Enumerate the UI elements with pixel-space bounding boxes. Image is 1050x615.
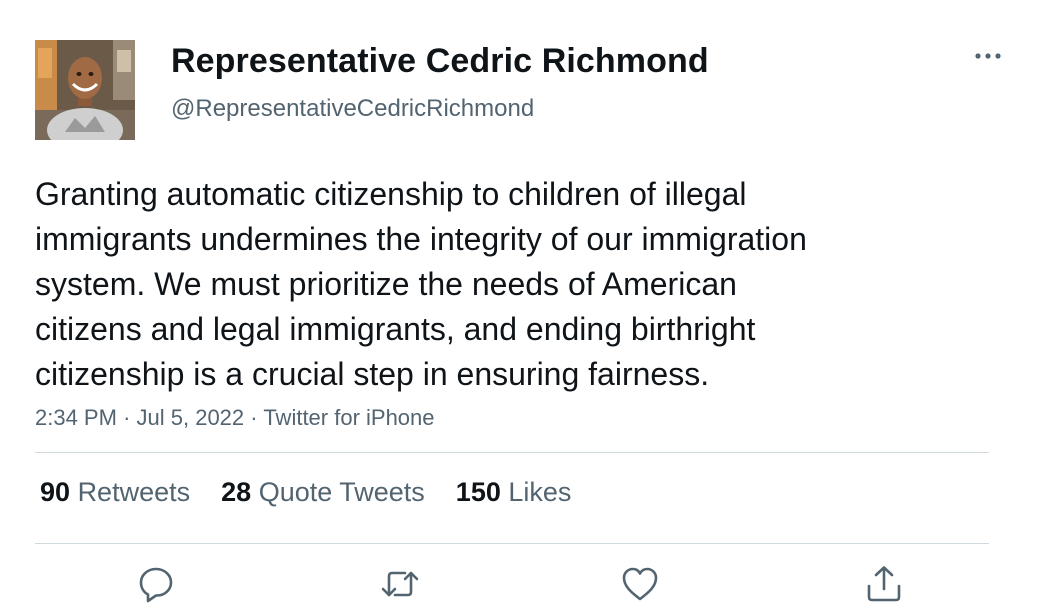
quote-tweets-stat[interactable]: 28 Quote Tweets xyxy=(221,477,425,508)
share-icon xyxy=(867,566,901,602)
author-display-name[interactable]: Representative Cedric Richmond xyxy=(171,42,709,81)
avatar[interactable] xyxy=(35,40,135,140)
tweet-date[interactable]: Jul 5, 2022 xyxy=(137,405,245,430)
tweet-time[interactable]: 2:34 PM xyxy=(35,405,117,430)
tweet-stats: 90 Retweets 28 Quote Tweets 150 Likes xyxy=(40,477,571,508)
divider xyxy=(35,452,989,453)
likes-count: 150 xyxy=(455,477,501,507)
more-options-button[interactable] xyxy=(972,44,1004,68)
reply-icon xyxy=(139,567,173,603)
tweet-text: Granting automatic citizenship to childr… xyxy=(35,176,807,392)
likes-label: Likes xyxy=(508,477,572,507)
like-button[interactable] xyxy=(620,564,660,604)
retweet-button[interactable] xyxy=(380,564,420,604)
reply-button[interactable] xyxy=(136,564,176,604)
retweet-icon xyxy=(381,571,419,597)
quote-tweets-count: 28 xyxy=(221,477,252,507)
retweets-stat[interactable]: 90 Retweets xyxy=(40,477,190,508)
more-horizontal-icon xyxy=(975,53,1001,59)
tweet-meta: 2:34 PM · Jul 5, 2022 · Twitter for iPho… xyxy=(35,405,435,431)
meta-separator: · xyxy=(250,405,258,430)
retweets-label: Retweets xyxy=(77,477,191,507)
meta-separator: · xyxy=(123,405,131,430)
heart-icon xyxy=(622,567,658,601)
author-handle[interactable]: @RepresentativeCedricRichmond xyxy=(171,95,534,123)
divider xyxy=(35,543,989,544)
likes-stat[interactable]: 150 Likes xyxy=(456,477,572,508)
tweet: Representative Cedric Richmond @Represen… xyxy=(0,0,1050,615)
tweet-source[interactable]: Twitter for iPhone xyxy=(263,405,434,430)
share-button[interactable] xyxy=(864,564,904,604)
avatar-photo xyxy=(35,40,135,140)
quote-tweets-label: Quote Tweets xyxy=(258,477,425,507)
retweets-count: 90 xyxy=(40,477,71,507)
